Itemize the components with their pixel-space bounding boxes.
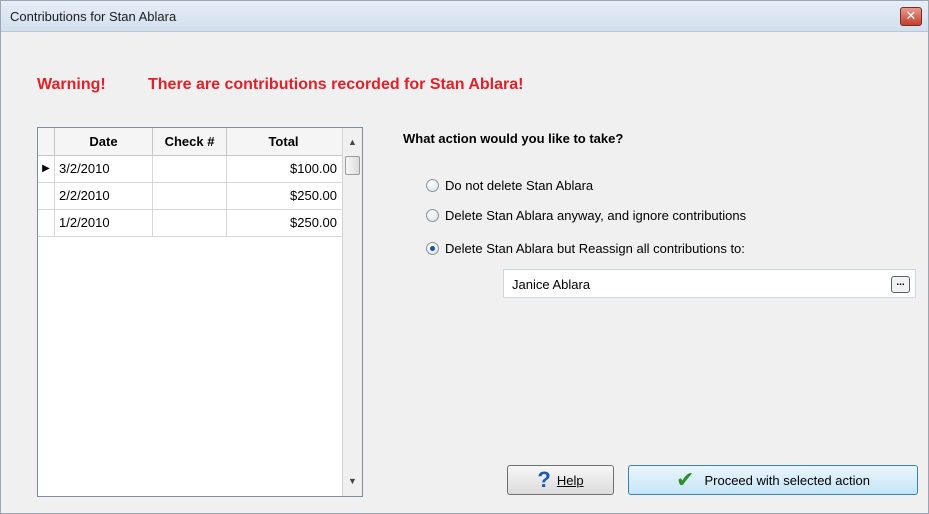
option-label: Do not delete Stan Ablara (445, 178, 594, 193)
option-label: Delete Stan Ablara but Reassign all cont… (445, 241, 745, 256)
browse-button[interactable]: ... (891, 276, 910, 293)
cell-total[interactable]: $100.00 (227, 156, 340, 182)
help-label: Help (556, 472, 584, 488)
dialog-window: Contributions for Stan Ablara ✕ Warning!… (0, 0, 929, 514)
cell-check[interactable] (153, 210, 227, 236)
proceed-label: Proceed with selected action (704, 472, 870, 488)
cell-total[interactable]: $250.00 (227, 183, 340, 209)
option-do-not-delete[interactable]: Do not delete Stan Ablara (426, 178, 593, 193)
column-header-check[interactable]: Check # (153, 128, 227, 155)
table-row[interactable]: 1/2/2010 $250.00 (38, 210, 342, 237)
title-bar: Contributions for Stan Ablara ✕ (1, 1, 928, 32)
radio-delete-reassign[interactable] (426, 242, 439, 255)
row-indicator (38, 183, 55, 209)
scroll-down-arrow-icon[interactable]: ▼ (343, 473, 362, 490)
scroll-up-arrow-icon[interactable]: ▲ (343, 134, 362, 151)
checkmark-icon: ✔ (676, 467, 695, 492)
cell-date[interactable]: 3/2/2010 (55, 156, 153, 182)
column-header-total[interactable]: Total (227, 128, 340, 155)
cell-date[interactable]: 2/2/2010 (55, 183, 153, 209)
cell-total[interactable]: $250.00 (227, 210, 340, 236)
radio-delete-ignore[interactable] (426, 209, 439, 222)
scroll-thumb[interactable] (345, 156, 360, 175)
proceed-button[interactable]: ✔ Proceed with selected action (628, 465, 918, 495)
table-row[interactable]: 2/2/2010 $250.00 (38, 183, 342, 210)
window-title: Contributions for Stan Ablara (10, 9, 177, 24)
help-question-icon: ? (537, 467, 551, 492)
close-button[interactable]: ✕ (900, 7, 922, 26)
reassign-to-value: Janice Ablara (512, 277, 591, 292)
option-label: Delete Stan Ablara anyway, and ignore co… (445, 208, 747, 223)
current-row-indicator-icon: ▶ (38, 156, 55, 182)
column-header-date[interactable]: Date (55, 128, 153, 155)
reassign-to-field[interactable]: Janice Ablara ... (503, 269, 916, 298)
option-delete-reassign[interactable]: Delete Stan Ablara but Reassign all cont… (426, 241, 745, 256)
warning-message: There are contributions recorded for Sta… (148, 76, 524, 93)
cell-check[interactable] (153, 156, 227, 182)
action-question: What action would you like to take? (403, 131, 624, 146)
row-indicator (38, 210, 55, 236)
grid-rows: ▶ 3/2/2010 $100.00 2/2/2010 $250.00 1/2/… (38, 156, 342, 237)
row-indicator-header (38, 128, 55, 155)
cell-date[interactable]: 1/2/2010 (55, 210, 153, 236)
grid-header: Date Check # Total (38, 128, 342, 156)
warning-label: Warning! (37, 76, 106, 93)
table-row[interactable]: ▶ 3/2/2010 $100.00 (38, 156, 342, 183)
cell-check[interactable] (153, 183, 227, 209)
radio-do-not-delete[interactable] (426, 179, 439, 192)
help-button[interactable]: ? Help (507, 465, 614, 495)
vertical-scrollbar[interactable]: ▲ ▼ (342, 128, 362, 496)
option-delete-ignore[interactable]: Delete Stan Ablara anyway, and ignore co… (426, 208, 746, 223)
contributions-grid[interactable]: Date Check # Total ▶ 3/2/2010 $100.00 2/… (37, 127, 363, 497)
